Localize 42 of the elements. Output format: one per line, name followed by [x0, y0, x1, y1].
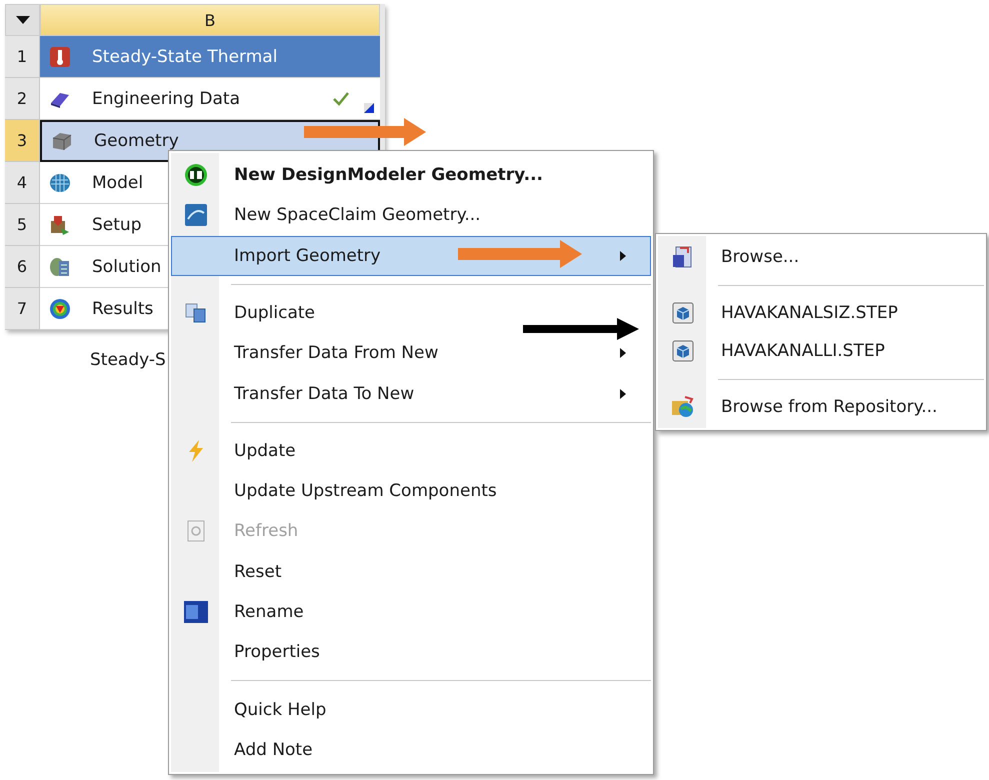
menu-item[interactable]: Update	[171, 430, 651, 471]
row-number: 6	[5, 246, 40, 288]
caret-icon	[16, 16, 30, 24]
cell-label: Steady-State Thermal	[92, 46, 278, 66]
menu-item[interactable]: Duplicate	[171, 292, 651, 334]
menu-item[interactable]: HAVAKANALSIZ.STEP	[658, 293, 984, 332]
row-number: 3	[5, 120, 40, 162]
copy-icon	[184, 300, 208, 325]
cube-file-icon	[671, 339, 695, 364]
cell-label: Engineering Data	[92, 88, 240, 108]
row-number: 1	[5, 36, 40, 78]
menu-item[interactable]: Reset	[171, 552, 651, 592]
row-number: 7	[5, 288, 40, 330]
menu-item[interactable]: Rename	[171, 592, 651, 632]
table-cell[interactable]: Steady-State Thermal	[40, 36, 380, 78]
menu-item[interactable]: Browse from Repository...	[658, 387, 984, 426]
menu-item[interactable]: Browse...	[658, 238, 984, 277]
menu-item[interactable]: Update Upstream Components	[171, 470, 651, 512]
thermometer-icon	[48, 44, 72, 68]
row-number: 5	[5, 204, 40, 246]
cell-label: Solution	[92, 256, 162, 276]
cell-label: Setup	[92, 214, 142, 234]
menu-item[interactable]: Properties	[171, 632, 651, 672]
row-number: 2	[5, 78, 40, 120]
menu-item[interactable]: HAVAKANALLI.STEP	[658, 332, 984, 371]
row-number: 4	[5, 162, 40, 204]
corner-icon	[364, 103, 374, 113]
system-caption: Steady-S	[90, 350, 166, 370]
cell-label: Results	[92, 298, 154, 318]
table-cell[interactable]: Engineering Data	[40, 78, 380, 120]
menu-item[interactable]: Transfer Data From New	[171, 333, 651, 374]
dropdown-button[interactable]	[5, 4, 40, 36]
menu-item[interactable]: New SpaceClaim Geometry...	[171, 195, 651, 236]
contour-icon	[48, 296, 72, 320]
menu-item[interactable]: Quick Help	[171, 689, 651, 730]
menu-item[interactable]: Add Note	[171, 730, 651, 770]
menu-item[interactable]: Transfer Data To New	[171, 373, 651, 414]
cell-label: Geometry	[94, 131, 179, 151]
cube-file-icon	[671, 300, 695, 325]
cell-label: Model	[92, 172, 144, 192]
menu-item[interactable]: Import Geometry	[171, 236, 651, 276]
column-header: B	[40, 4, 380, 36]
